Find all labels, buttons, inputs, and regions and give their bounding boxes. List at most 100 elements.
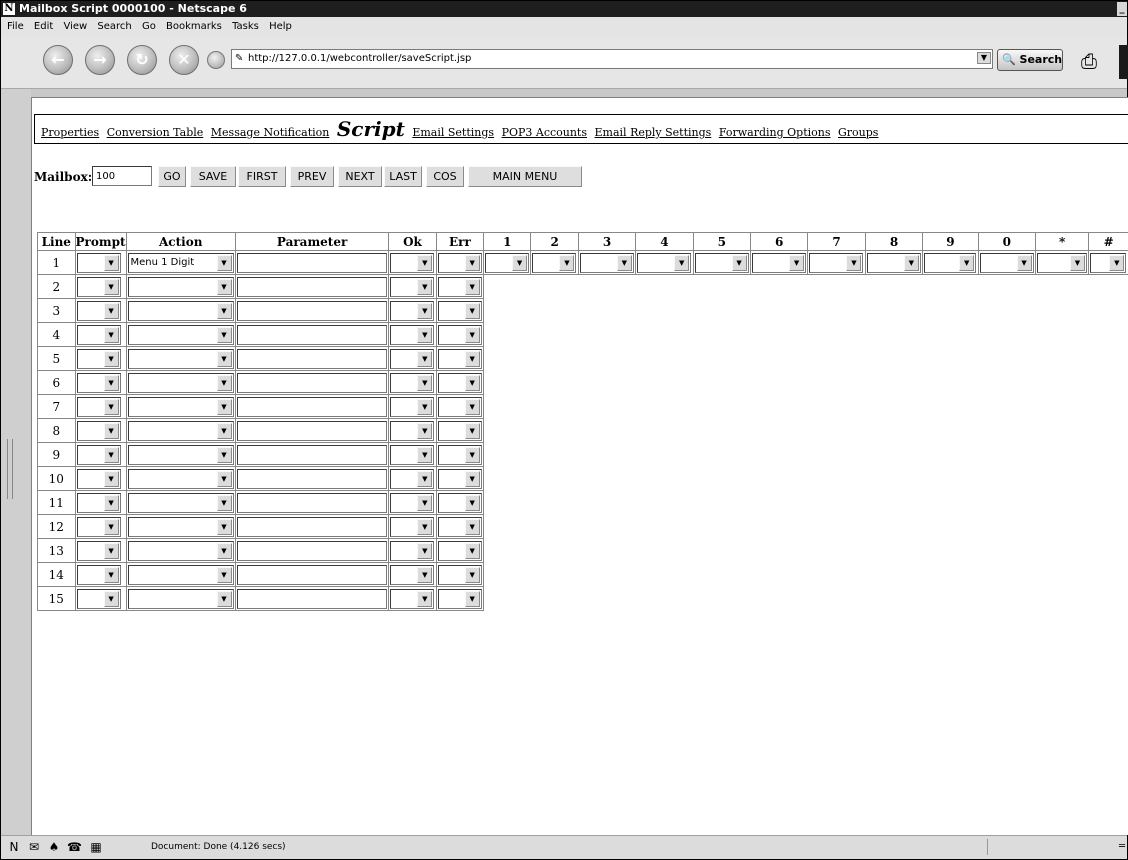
go-button[interactable]: GO — [158, 166, 186, 187]
prompt-select[interactable]: ▼ — [76, 324, 121, 345]
err-select[interactable]: ▼ — [437, 348, 482, 369]
action-select[interactable]: ▼ — [127, 588, 234, 609]
menu-tasks[interactable]: Tasks — [232, 21, 259, 32]
prompt-select[interactable]: ▼ — [76, 276, 121, 297]
action-select[interactable]: ▼ — [127, 516, 234, 537]
print-icon[interactable]: ⎙ — [1081, 49, 1111, 73]
action-select[interactable]: ▼ — [127, 372, 234, 393]
err-select[interactable]: ▼ — [437, 300, 482, 321]
parameter-input[interactable] — [236, 444, 387, 465]
ok-select[interactable]: ▼ — [390, 444, 435, 465]
nav-link-email-reply-settings[interactable]: Email Reply Settings — [595, 126, 712, 139]
action-select[interactable]: ▼ — [127, 492, 234, 513]
prompt-select[interactable]: ▼ — [76, 516, 121, 537]
last-button[interactable]: LAST — [384, 166, 422, 187]
key-7-select[interactable]: ▼ — [809, 252, 864, 273]
prompt-select[interactable]: ▼ — [76, 444, 121, 465]
url-dropdown-icon[interactable]: ▼ — [977, 52, 991, 64]
key-4-select[interactable]: ▼ — [637, 252, 692, 273]
parameter-input[interactable] — [236, 540, 387, 561]
address-book-icon[interactable]: ☎ — [67, 840, 82, 854]
forward-icon[interactable]: → — [85, 45, 115, 75]
err-select[interactable]: ▼ — [437, 516, 482, 537]
err-select[interactable]: ▼ — [437, 468, 482, 489]
parameter-input[interactable] — [236, 324, 387, 345]
ok-select[interactable]: ▼ — [390, 492, 435, 513]
nav-link-email-settings[interactable]: Email Settings — [412, 126, 494, 139]
prompt-select[interactable]: ▼ — [76, 348, 121, 369]
key-0-select[interactable]: ▼ — [979, 252, 1034, 273]
parameter-input[interactable] — [236, 300, 387, 321]
key-2-select[interactable]: ▼ — [532, 252, 577, 273]
key-9-select[interactable]: ▼ — [924, 252, 977, 273]
err-select[interactable]: ▼ — [437, 252, 482, 273]
err-select[interactable]: ▼ — [437, 588, 482, 609]
parameter-input[interactable] — [236, 276, 387, 297]
menu-view[interactable]: View — [63, 21, 87, 32]
composer-icon[interactable]: ▦ — [89, 840, 103, 854]
parameter-input[interactable] — [236, 468, 387, 489]
url-input[interactable]: http://127.0.0.1/webcontroller/saveScrip… — [231, 49, 993, 69]
action-select[interactable]: ▼ — [127, 444, 234, 465]
action-select[interactable]: ▼ — [127, 540, 234, 561]
prompt-select[interactable]: ▼ — [76, 300, 121, 321]
nav-link-pop3-accounts[interactable]: POP3 Accounts — [502, 126, 587, 139]
prompt-select[interactable]: ▼ — [76, 252, 121, 273]
minimize-button[interactable]: _ — [1117, 2, 1127, 16]
menu-bookmarks[interactable]: Bookmarks — [166, 21, 222, 32]
prompt-select[interactable]: ▼ — [76, 372, 121, 393]
err-select[interactable]: ▼ — [437, 324, 482, 345]
menu-file[interactable]: File — [7, 21, 24, 32]
action-select[interactable]: ▼ — [127, 420, 234, 441]
home-icon[interactable] — [207, 51, 225, 69]
parameter-input[interactable] — [236, 348, 387, 369]
err-select[interactable]: ▼ — [437, 276, 482, 297]
ok-select[interactable]: ▼ — [390, 324, 435, 345]
key-5-select[interactable]: ▼ — [694, 252, 749, 273]
reload-icon[interactable]: ↻ — [127, 45, 157, 75]
key-1-select[interactable]: ▼ — [485, 252, 530, 273]
prompt-select[interactable]: ▼ — [76, 420, 121, 441]
search-button[interactable]: 🔍 Search — [997, 49, 1063, 71]
err-select[interactable]: ▼ — [437, 540, 482, 561]
err-select[interactable]: ▼ — [437, 372, 482, 393]
menu-help[interactable]: Help — [269, 21, 292, 32]
menu-go[interactable]: Go — [142, 21, 156, 32]
first-button[interactable]: FIRST — [238, 166, 286, 187]
action-select[interactable]: ▼ — [127, 564, 234, 585]
nav-link-forwarding-options[interactable]: Forwarding Options — [719, 126, 831, 139]
key-3-select[interactable]: ▼ — [579, 252, 634, 273]
prompt-select[interactable]: ▼ — [76, 588, 121, 609]
nav-link-conversion-table[interactable]: Conversion Table — [107, 126, 204, 139]
main-menu-button[interactable]: MAIN MENU — [468, 166, 582, 187]
parameter-input[interactable] — [236, 588, 387, 609]
action-select[interactable]: ▼ — [127, 300, 234, 321]
prompt-select[interactable]: ▼ — [76, 492, 121, 513]
mail-icon[interactable]: ✉ — [27, 840, 41, 854]
ok-select[interactable]: ▼ — [390, 276, 435, 297]
ok-select[interactable]: ▼ — [390, 468, 435, 489]
menu-search[interactable]: Search — [97, 21, 131, 32]
ok-select[interactable]: ▼ — [390, 348, 435, 369]
key-8-select[interactable]: ▼ — [866, 252, 921, 273]
action-select[interactable]: ▼ — [127, 468, 234, 489]
ok-select[interactable]: ▼ — [390, 252, 435, 273]
err-select[interactable]: ▼ — [437, 396, 482, 417]
action-select[interactable]: ▼ — [127, 324, 234, 345]
parameter-input[interactable] — [236, 492, 387, 513]
parameter-input[interactable] — [236, 252, 387, 273]
ok-select[interactable]: ▼ — [390, 540, 435, 561]
ok-select[interactable]: ▼ — [390, 588, 435, 609]
action-select[interactable]: ▼ — [127, 396, 234, 417]
prompt-select[interactable]: ▼ — [76, 564, 121, 585]
nav-link-message-notification[interactable]: Message Notification — [211, 126, 330, 139]
next-button[interactable]: NEXT — [338, 166, 382, 187]
ok-select[interactable]: ▼ — [390, 300, 435, 321]
stop-icon[interactable]: ✕ — [169, 45, 199, 75]
aim-icon[interactable]: ♠ — [47, 840, 61, 854]
parameter-input[interactable] — [236, 396, 387, 417]
parameter-input[interactable] — [236, 420, 387, 441]
ok-select[interactable]: ▼ — [390, 420, 435, 441]
navigator-icon[interactable]: N — [7, 840, 21, 854]
prompt-select[interactable]: ▼ — [76, 468, 121, 489]
